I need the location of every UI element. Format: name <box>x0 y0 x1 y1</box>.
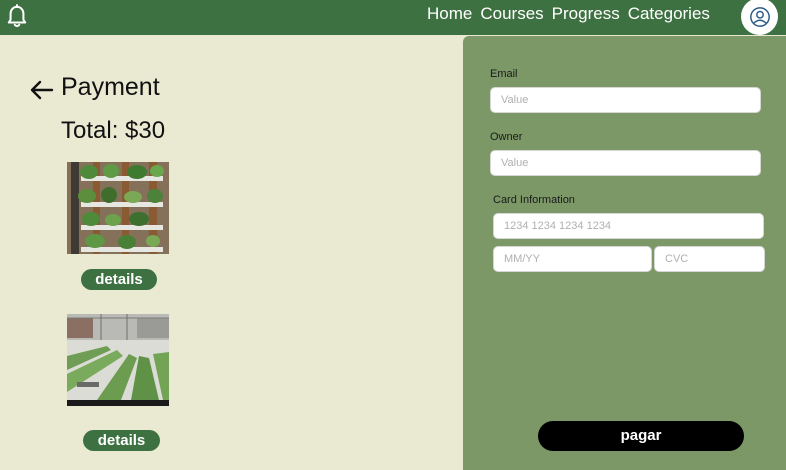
product-image-greenhouse <box>67 314 169 406</box>
cvc-field[interactable]: CVC <box>654 246 765 272</box>
owner-label: Owner <box>490 131 523 143</box>
card-number-field[interactable]: 1234 1234 1234 1234 <box>493 213 764 239</box>
owner-field[interactable]: Value <box>490 150 761 176</box>
product-image-vertical-garden <box>67 162 169 254</box>
top-nav-bar: Home Courses Progress Categories <box>0 0 786 35</box>
card-information-label: Card Information <box>493 194 575 206</box>
page-title: Payment <box>61 73 160 101</box>
bell-icon[interactable] <box>6 4 28 30</box>
details-button[interactable]: details <box>81 269 157 290</box>
email-label: Email <box>490 68 518 80</box>
main-nav: Home Courses Progress Categories <box>427 4 710 24</box>
nav-categories[interactable]: Categories <box>628 4 710 24</box>
back-arrow-icon[interactable] <box>30 80 54 100</box>
pay-button[interactable]: pagar <box>538 421 744 451</box>
nav-courses[interactable]: Courses <box>480 4 543 24</box>
avatar[interactable] <box>741 0 778 35</box>
expiry-field[interactable]: MM/YY <box>493 246 652 272</box>
details-button[interactable]: details <box>83 430 160 451</box>
order-total: Total: $30 <box>61 117 166 144</box>
nav-progress[interactable]: Progress <box>552 4 620 24</box>
user-icon <box>749 6 770 27</box>
nav-home[interactable]: Home <box>427 4 472 24</box>
email-field[interactable]: Value <box>490 87 761 113</box>
